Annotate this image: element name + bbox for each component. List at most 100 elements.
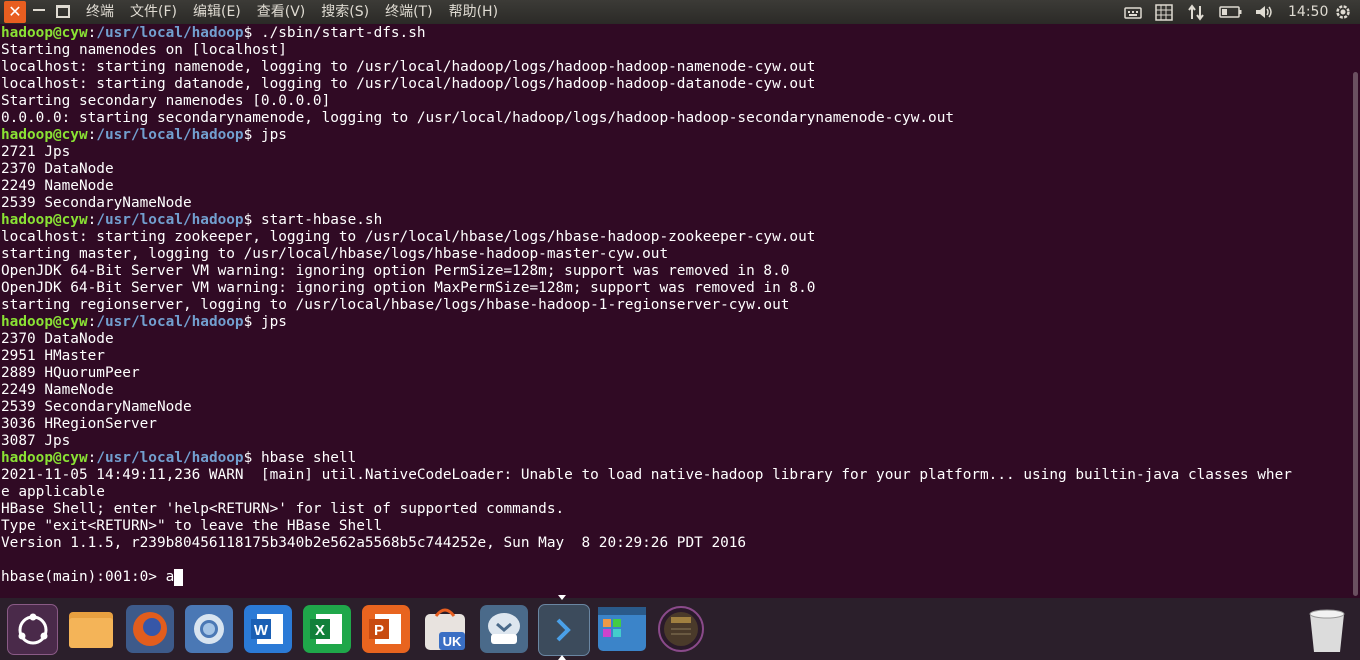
output-line: 2021-11-05 14:49:11,236 WARN [main] util… xyxy=(1,467,1292,483)
prompt-separator: : xyxy=(87,127,97,143)
disks-icon[interactable] xyxy=(656,604,706,654)
output-line: 2889 HQuorumPeer xyxy=(1,365,140,381)
output-line: 2370 DataNode xyxy=(1,331,114,347)
menu-terminal[interactable]: 终端(T) xyxy=(385,0,432,24)
svg-text:P: P xyxy=(374,622,384,639)
uk-badge: UK xyxy=(443,634,462,649)
menu-help[interactable]: 帮助(H) xyxy=(449,0,498,24)
prompt-separator: : xyxy=(87,450,97,466)
prompt-path: /usr/local/hadoop xyxy=(96,127,244,143)
wps-presentation-icon[interactable]: P xyxy=(361,604,411,654)
keyboard-icon[interactable] xyxy=(1124,4,1142,20)
prompt-suffix: $ xyxy=(243,450,261,466)
workspace-switcher-icon[interactable] xyxy=(597,604,647,654)
network-icon[interactable] xyxy=(1187,4,1205,21)
menu-edit[interactable]: 编辑(E) xyxy=(193,0,241,24)
prompt-line: hadoop@cyw:/usr/local/hadoop$ jps xyxy=(0,314,1346,331)
output-line: 0.0.0.0: starting secondarynamenode, log… xyxy=(1,110,955,126)
output-line: 3036 HRegionServer xyxy=(1,416,157,432)
trash-icon[interactable] xyxy=(1302,604,1352,654)
ubuntu-software-icon[interactable]: UK xyxy=(420,604,470,654)
menu-search[interactable]: 搜索(S) xyxy=(321,0,369,24)
output-line: HBase Shell; enter 'help<RETURN>' for li… xyxy=(1,501,565,517)
hbase-prompt: hbase(main):001:0> xyxy=(1,569,166,585)
prompt-user: hadoop@cyw xyxy=(1,25,88,41)
output-line: 2721 Jps xyxy=(1,144,71,160)
output-line: localhost: starting datanode, logging to… xyxy=(1,76,816,92)
battery-icon[interactable] xyxy=(1219,4,1243,20)
files-icon[interactable] xyxy=(66,604,116,654)
launcher-dock: W X P UK xyxy=(0,598,1360,660)
top-menubar: ✕ 终端 文件(F) 编辑(E) 查看(V) 搜索(S) 终端(T) 帮助(H)… xyxy=(0,0,1360,24)
prompt-suffix: $ xyxy=(243,127,261,143)
output-line: 2249 NameNode xyxy=(1,178,114,194)
svg-text:W: W xyxy=(254,622,269,639)
prompt-suffix: $ xyxy=(243,25,261,41)
output-line: OpenJDK 64-Bit Server VM warning: ignori… xyxy=(1,263,790,279)
wps-spreadsheet-icon[interactable]: X xyxy=(302,604,352,654)
output-line: 2539 SecondaryNameNode xyxy=(1,195,192,211)
prompt-path: /usr/local/hadoop xyxy=(96,450,244,466)
command-text: ./sbin/start-dfs.sh xyxy=(260,25,426,41)
menu-view[interactable]: 查看(V) xyxy=(257,0,306,24)
prompt-separator: : xyxy=(87,25,97,41)
prompt-suffix: $ xyxy=(243,314,261,330)
clock[interactable]: 14:50 xyxy=(1288,0,1328,24)
prompt-path: /usr/local/hadoop xyxy=(96,314,244,330)
software-updater-icon[interactable] xyxy=(479,604,529,654)
menu-bar: 终端 文件(F) 编辑(E) 查看(V) 搜索(S) 终端(T) 帮助(H) xyxy=(86,0,514,24)
menu-file[interactable]: 文件(F) xyxy=(130,0,177,24)
prompt-user: hadoop@cyw xyxy=(1,212,88,228)
svg-text:X: X xyxy=(315,622,325,639)
output-line: localhost: starting zookeeper, logging t… xyxy=(1,229,816,245)
prompt-separator: : xyxy=(87,314,97,330)
output-line: 2370 DataNode xyxy=(1,161,114,177)
active-window-indicator-bottom-icon xyxy=(558,655,566,660)
hbase-prompt-line: hbase(main):001:0> a xyxy=(0,569,1346,586)
output-line: Version 1.1.5, r239b80456118175b340b2e56… xyxy=(1,535,747,551)
output-line: 2249 NameNode xyxy=(1,382,114,398)
chromium-icon[interactable] xyxy=(184,604,234,654)
command-text: jps xyxy=(260,127,287,143)
active-window-indicator-top-icon xyxy=(558,595,566,600)
terminal-icon[interactable] xyxy=(538,604,590,656)
maximize-icon[interactable] xyxy=(56,5,70,18)
volume-icon[interactable] xyxy=(1254,4,1274,20)
output-line: Starting secondary namenodes [0.0.0.0] xyxy=(1,93,331,109)
firefox-icon[interactable] xyxy=(125,604,175,654)
minimize-icon[interactable] xyxy=(33,9,45,11)
command-input[interactable]: a xyxy=(166,569,175,585)
prompt-user: hadoop@cyw xyxy=(1,314,88,330)
terminal-scrollbar[interactable] xyxy=(1353,72,1358,596)
wps-writer-icon[interactable]: W xyxy=(243,604,293,654)
text-cursor xyxy=(174,569,184,586)
command-text: hbase shell xyxy=(260,450,357,466)
output-line: Type "exit<RETURN>" to leave the HBase S… xyxy=(1,518,383,534)
output-line: starting regionserver, logging to /usr/l… xyxy=(1,297,790,313)
ubuntu-dash-icon[interactable] xyxy=(7,604,58,655)
output-line: localhost: starting namenode, logging to… xyxy=(1,59,816,75)
output-line: e applicable xyxy=(1,484,105,500)
output-line: starting master, logging to /usr/local/h… xyxy=(1,246,669,262)
prompt-path: /usr/local/hadoop xyxy=(96,25,244,41)
output-line: OpenJDK 64-Bit Server VM warning: ignori… xyxy=(1,280,816,296)
command-text: start-hbase.sh xyxy=(260,212,383,228)
prompt-suffix: $ xyxy=(243,212,261,228)
output-line: Starting namenodes on [localhost] xyxy=(1,42,287,58)
command-text: jps xyxy=(260,314,287,330)
prompt-user: hadoop@cyw xyxy=(1,127,88,143)
prompt-line: hadoop@cyw:/usr/local/hadoop$ start-hbas… xyxy=(0,212,1346,229)
prompt-user: hadoop@cyw xyxy=(1,450,88,466)
close-icon[interactable]: ✕ xyxy=(4,1,26,23)
menu-terminal-app[interactable]: 终端 xyxy=(86,0,114,24)
prompt-path: /usr/local/hadoop xyxy=(96,212,244,228)
input-method-icon[interactable] xyxy=(1155,4,1173,21)
settings-gear-icon[interactable] xyxy=(1334,3,1352,21)
prompt-separator: : xyxy=(87,212,97,228)
prompt-line: hadoop@cyw:/usr/local/hadoop$ hbase shel… xyxy=(0,450,1346,467)
prompt-line: hadoop@cyw:/usr/local/hadoop$ ./sbin/sta… xyxy=(0,25,1346,42)
prompt-line: hadoop@cyw:/usr/local/hadoop$ jps xyxy=(0,127,1346,144)
output-line: 2951 HMaster xyxy=(1,348,105,364)
terminal-output[interactable]: hadoop@cyw:/usr/local/hadoop$ ./sbin/sta… xyxy=(0,24,1346,597)
